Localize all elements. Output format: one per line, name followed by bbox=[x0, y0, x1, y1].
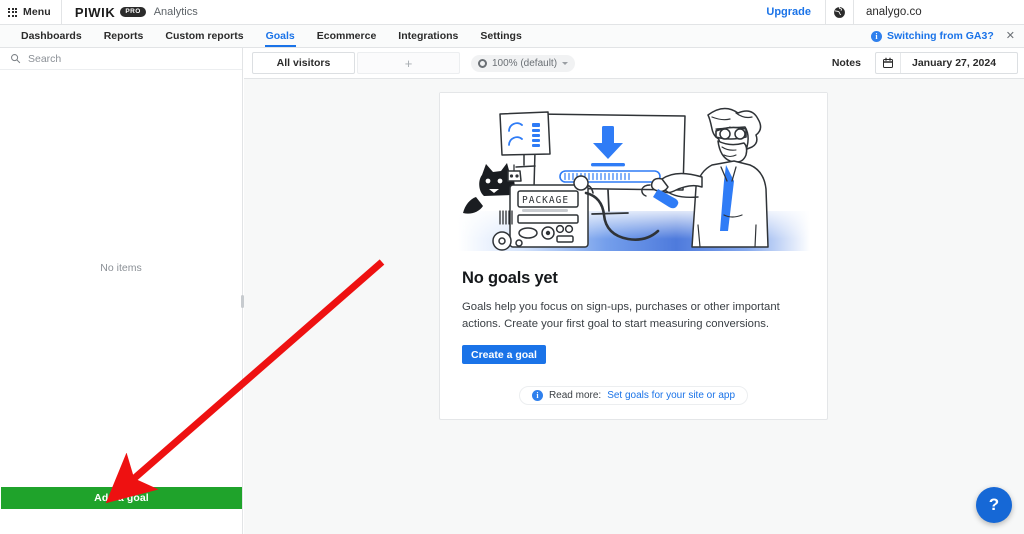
tab-ecommerce[interactable]: Ecommerce bbox=[306, 25, 388, 47]
sampling-label: 100% (default) bbox=[492, 58, 557, 69]
sidebar-search-row bbox=[0, 48, 242, 70]
content-area: All visitors + 100% (default) Notes bbox=[244, 48, 1024, 534]
chevron-down-icon bbox=[562, 62, 568, 65]
notes-button[interactable]: Notes bbox=[818, 48, 875, 78]
site-name: analygo.co bbox=[866, 6, 922, 18]
no-goals-card-body: No goals yet Goals help you focus on sig… bbox=[440, 258, 827, 405]
upgrade-link[interactable]: Upgrade bbox=[752, 0, 825, 24]
tab-settings[interactable]: Settings bbox=[469, 25, 532, 47]
info-icon: i bbox=[532, 390, 543, 401]
read-more-chip: i Read more: Set goals for your site or … bbox=[519, 386, 748, 405]
top-bar-right: Upgrade analygo.co bbox=[752, 0, 1024, 24]
switching-from-ga3-label: Switching from GA3? bbox=[887, 30, 994, 42]
set-goals-help-link[interactable]: Set goals for your site or app bbox=[607, 390, 735, 401]
menu-button-label: Menu bbox=[23, 6, 51, 18]
menu-button[interactable]: Menu bbox=[0, 0, 62, 24]
goals-sidebar: No items Add a goal bbox=[0, 48, 243, 534]
scientist-package-download-illustration: PACKAGE bbox=[440, 93, 827, 258]
brand-pro-badge: PRO bbox=[120, 7, 145, 17]
segment-all-visitors[interactable]: All visitors bbox=[252, 52, 355, 74]
brand-name: PIWIK bbox=[75, 5, 116, 20]
tab-reports[interactable]: Reports bbox=[93, 25, 155, 47]
site-selector[interactable]: analygo.co bbox=[853, 0, 1024, 24]
help-button[interactable]: ? bbox=[976, 487, 1012, 523]
content-toolbar: All visitors + 100% (default) Notes bbox=[244, 48, 1024, 79]
add-goal-container: Add a goal bbox=[0, 487, 242, 509]
nav-bar-right: i Switching from GA3? ✕ bbox=[871, 25, 1024, 47]
svg-text:PACKAGE: PACKAGE bbox=[522, 195, 569, 206]
tab-dashboards[interactable]: Dashboards bbox=[10, 25, 93, 47]
page-title: No goals yet bbox=[462, 269, 805, 288]
content-toolbar-right: Notes January 27, 2024 bbox=[818, 48, 1024, 78]
date-range-value: January 27, 2024 bbox=[901, 53, 1017, 73]
search-icon bbox=[10, 53, 21, 64]
sidebar-empty-state: No items bbox=[0, 48, 242, 488]
globe-icon[interactable] bbox=[825, 0, 853, 24]
add-goal-button[interactable]: Add a goal bbox=[1, 487, 242, 509]
add-segment-button[interactable]: + bbox=[357, 52, 460, 74]
brand-product-label: Analytics bbox=[151, 6, 198, 18]
no-goals-description: Goals help you focus on sign-ups, purcha… bbox=[462, 299, 802, 332]
switching-from-ga3-link[interactable]: i Switching from GA3? bbox=[871, 30, 994, 42]
sampling-selector[interactable]: 100% (default) bbox=[471, 55, 575, 72]
nav-tab-list: Dashboards Reports Custom reports Goals … bbox=[0, 25, 533, 47]
grid-apps-icon bbox=[8, 8, 17, 17]
app-root: Menu PIWIK PRO Analytics Upgrade analygo… bbox=[0, 0, 1024, 534]
read-more-prefix: Read more: bbox=[549, 390, 601, 401]
sidebar-empty-label: No items bbox=[100, 262, 141, 274]
sampling-icon bbox=[478, 59, 487, 68]
tab-integrations[interactable]: Integrations bbox=[387, 25, 469, 47]
calendar-icon bbox=[876, 53, 901, 73]
search-input[interactable] bbox=[28, 53, 218, 65]
brand-logo[interactable]: PIWIK PRO Analytics bbox=[62, 0, 198, 24]
top-bar: Menu PIWIK PRO Analytics Upgrade analygo… bbox=[0, 0, 1024, 25]
main-nav-bar: Dashboards Reports Custom reports Goals … bbox=[0, 25, 1024, 48]
close-icon[interactable]: ✕ bbox=[1003, 31, 1018, 42]
info-icon: i bbox=[871, 31, 882, 42]
no-goals-card: PACKAGE bbox=[439, 92, 828, 420]
date-range-picker[interactable]: January 27, 2024 bbox=[875, 52, 1018, 74]
tab-goals[interactable]: Goals bbox=[255, 25, 306, 47]
tab-custom-reports[interactable]: Custom reports bbox=[154, 25, 254, 47]
read-more-container: i Read more: Set goals for your site or … bbox=[462, 386, 805, 405]
create-a-goal-button[interactable]: Create a goal bbox=[462, 345, 546, 364]
